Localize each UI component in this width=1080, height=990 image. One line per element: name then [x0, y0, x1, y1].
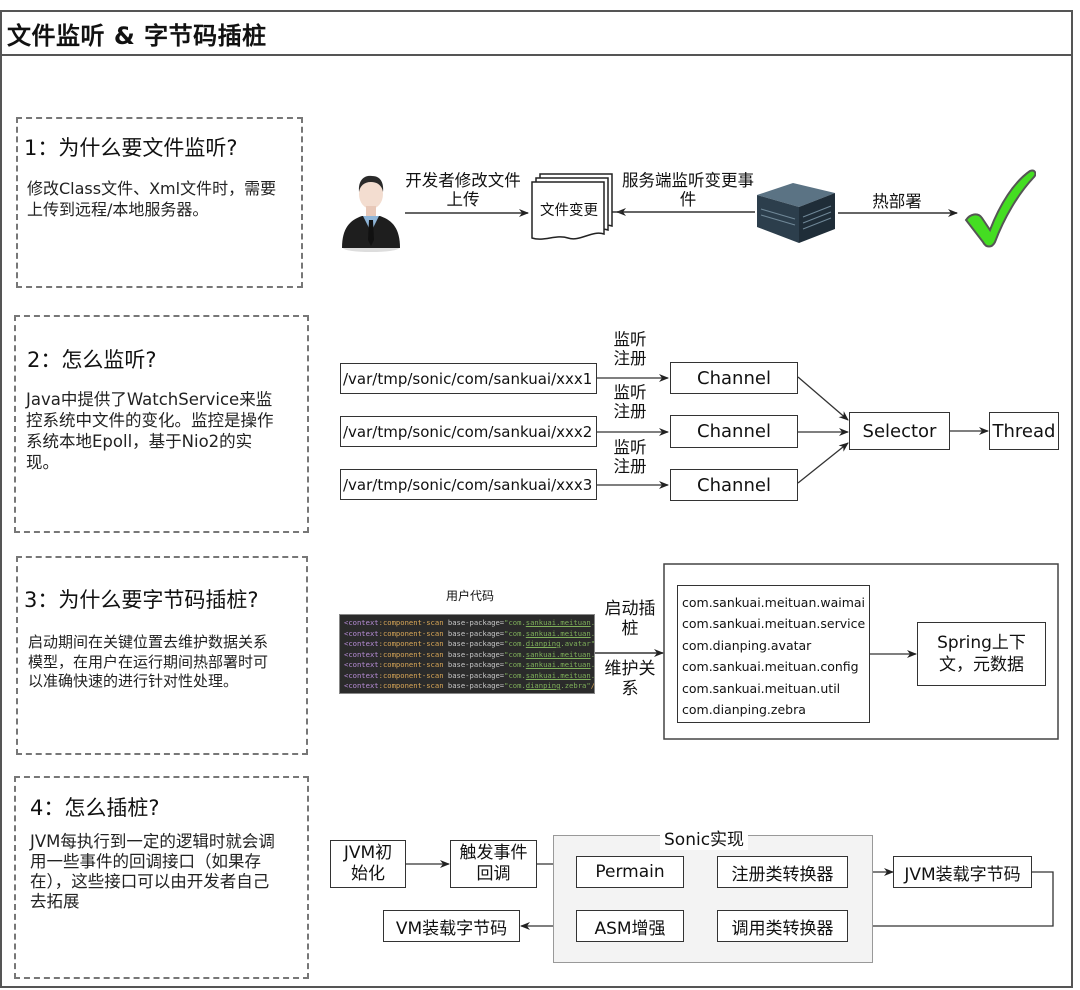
- package-item: com.sankuai.meituan.service: [682, 616, 866, 632]
- businessman-icon: [338, 170, 404, 252]
- package-item: com.sankuai.meituan.waimai: [682, 595, 866, 610]
- section-4-text: JVM每执行到一定的逻辑时就会调用一些事件的回调接口（如果存在），这些接口可以由…: [30, 832, 275, 911]
- section-1-text: 修改Class文件、Xml文件时，需要上传到远程/本地服务器。: [27, 179, 277, 219]
- jvm-init-box: JVM初始化: [330, 840, 406, 888]
- code-line: <context:component-scan base-package="co…: [344, 649, 595, 659]
- code-line: <context:component-scan base-package="co…: [344, 660, 595, 669]
- section-2-title: 2：怎么监听?: [27, 348, 157, 372]
- page-title: 文件监听 & 字节码插桩: [7, 22, 267, 50]
- green-checkmark-icon: [962, 168, 1037, 248]
- section-1-title: 1：为什么要文件监听?: [24, 136, 238, 160]
- server-icon: [753, 181, 839, 245]
- vm-load-bytecode-label: VM装载字节码: [395, 918, 508, 939]
- edge-label-instrument: 启动插桩: [604, 599, 656, 639]
- trigger-callback-label: 触发事件回调: [459, 843, 528, 884]
- code-snippet: <context:component-scan base-package="co…: [339, 614, 595, 694]
- package-list: com.sankuai.meituan.waimai com.sankuai.m…: [677, 585, 870, 723]
- code-line: <context:component-scan base-package="co…: [344, 639, 595, 648]
- vm-load-bytecode-box: VM装载字节码: [383, 910, 520, 942]
- edge-label-modify-upload: 开发者修改文件上传: [405, 171, 521, 209]
- code-line: <context:component-scan base-package="co…: [344, 628, 595, 638]
- path-box-3: /var/tmp/sonic/com/sankuai/xxx3: [340, 469, 597, 500]
- selector-box: Selector: [849, 412, 950, 450]
- channel-box-2: Channel: [670, 415, 798, 448]
- asm-enhance-label: ASM增强: [594, 918, 666, 939]
- thread-box: Thread: [989, 412, 1059, 450]
- code-line: <context:component-scan base-package="co…: [344, 618, 595, 627]
- section-3-title: 3：为什么要字节码插桩?: [24, 588, 259, 612]
- invoke-transformer-box: 调用类转换器: [717, 910, 848, 942]
- edge-label-register-1: 监听注册: [613, 330, 647, 368]
- channel-label-2: Channel: [697, 421, 771, 442]
- jvm-load-bytecode-box: JVM装载字节码: [893, 856, 1032, 888]
- code-line: <context:component-scan base-package="co…: [344, 681, 595, 690]
- register-transformer-label: 注册类转换器: [731, 864, 834, 885]
- permain-label: Permain: [595, 862, 665, 882]
- section-2-text: Java中提供了WatchService来监控系统中文件的变化。监控是操作系统本…: [26, 390, 274, 472]
- channel-label-1: Channel: [697, 367, 771, 389]
- spring-context-label: Spring上下文，元数据: [937, 633, 1026, 675]
- selector-label: Selector: [862, 420, 937, 442]
- thread-label: Thread: [992, 420, 1056, 442]
- edge-label-maintain: 维护关系: [604, 659, 656, 699]
- register-transformer-box: 注册类转换器: [717, 856, 848, 888]
- path-box-2: /var/tmp/sonic/com/sankuai/xxx2: [340, 416, 597, 447]
- edge-label-server-listen: 服务端监听变更事件: [622, 171, 754, 209]
- document-label: 文件变更: [540, 203, 598, 219]
- invoke-transformer-label: 调用类转换器: [731, 918, 834, 939]
- code-line: <context:component-scan base-package="co…: [344, 670, 595, 680]
- code-caption: 用户代码: [445, 589, 494, 603]
- trigger-callback-box: 触发事件回调: [450, 840, 537, 888]
- path-box-1: /var/tmp/sonic/com/sankuai/xxx1: [340, 363, 597, 394]
- package-item: com.sankuai.meituan.config: [682, 659, 859, 675]
- path-text-3: /var/tmp/sonic/com/sankuai/xxx3: [343, 475, 593, 494]
- package-item: com.sankuai.meituan.util: [682, 680, 841, 696]
- sonic-group-label: Sonic实现: [660, 825, 749, 850]
- jvm-load-bytecode-label: JVM装载字节码: [904, 864, 1021, 885]
- path-text-2: /var/tmp/sonic/com/sankuai/xxx2: [343, 422, 593, 441]
- package-item: com.dianping.avatar: [682, 637, 812, 653]
- package-item: com.dianping.zebra: [682, 702, 806, 718]
- sonic-group: [553, 835, 873, 963]
- spring-context-box: Spring上下文，元数据: [917, 622, 1046, 686]
- jvm-init-label: JVM初始化: [343, 843, 393, 884]
- edge-label-register-2: 监听注册: [613, 383, 647, 421]
- channel-label-3: Channel: [697, 474, 771, 496]
- section-4-title: 4：怎么插桩?: [30, 796, 160, 820]
- channel-box-1: Channel: [670, 362, 798, 394]
- asm-enhance-box: ASM增强: [576, 910, 684, 942]
- edge-label-register-3: 监听注册: [613, 438, 647, 476]
- permain-box: Permain: [576, 856, 684, 888]
- title-bar: 文件监听 & 字节码插桩: [0, 10, 1073, 56]
- edge-label-hot-deploy: 热部署: [872, 192, 922, 211]
- path-text-1: /var/tmp/sonic/com/sankuai/xxx1: [343, 369, 593, 388]
- section-3-text: 启动期间在关键位置去维护数据关系模型，在用户在运行期间热部署时可以准确快速的进行…: [28, 633, 269, 690]
- channel-box-3: Channel: [670, 469, 798, 501]
